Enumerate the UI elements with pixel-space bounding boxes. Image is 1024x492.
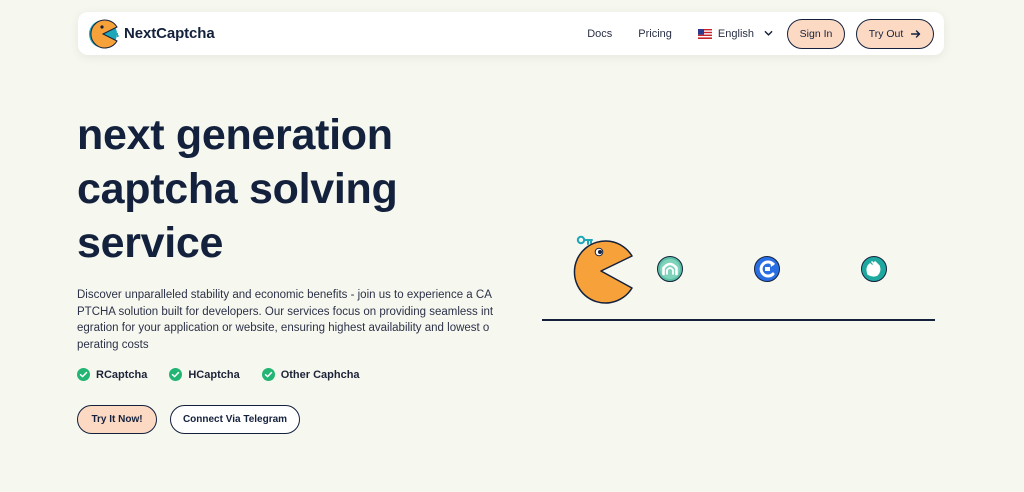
feature-label: HCaptcha — [188, 368, 240, 381]
check-circle-icon — [261, 368, 275, 381]
try-it-now-label: Try It Now! — [91, 414, 143, 425]
try-it-now-button[interactable]: Try It Now! — [77, 405, 157, 434]
check-circle-icon — [77, 368, 90, 381]
sign-in-label: Sign In — [799, 27, 833, 40]
feature-label: RCaptcha — [96, 368, 148, 381]
feature-item-hcaptcha: HCaptcha — [169, 368, 240, 381]
chevron-down-icon — [764, 30, 773, 36]
connect-telegram-button[interactable]: Connect Via Telegram — [170, 405, 300, 434]
arrow-right-icon — [911, 29, 921, 38]
hero-illustration — [540, 228, 940, 328]
pacman-icon — [573, 240, 633, 304]
hero-description: Discover unparalleled stability and econ… — [77, 289, 494, 351]
try-out-label: Try Out — [868, 27, 904, 40]
cta-row: Try It Now! Connect Via Telegram — [77, 405, 300, 434]
hcaptcha-hand-icon — [861, 256, 887, 282]
feature-item-other: Other Caphcha — [261, 368, 360, 381]
feature-label: Other Caphcha — [280, 368, 360, 381]
check-circle-icon — [169, 368, 183, 381]
language-label: English — [717, 27, 754, 40]
hero-title: next generation captcha solving service — [77, 111, 398, 267]
nav-link-pricing[interactable]: Pricing — [638, 28, 672, 40]
nav-link-docs[interactable]: Docs — [587, 28, 612, 40]
us-flag-icon — [697, 28, 712, 39]
top-navbar: NextCaptcha Docs Pricing English Sign In… — [78, 12, 944, 55]
connect-telegram-label: Connect Via Telegram — [182, 414, 288, 425]
feature-list: RCaptcha HCaptcha Other Caphcha — [77, 368, 360, 381]
pacman-scene — [573, 235, 887, 304]
pacman-key-logo-icon — [89, 19, 119, 48]
ground-line — [542, 319, 935, 321]
feature-item-rcaptcha: RCaptcha — [77, 368, 147, 381]
sign-in-button[interactable]: Sign In — [787, 18, 845, 49]
language-selector[interactable]: English — [697, 27, 773, 40]
brand-name: NextCaptcha — [124, 25, 215, 42]
pacman-key-icon — [576, 235, 593, 245]
try-out-button[interactable]: Try Out — [856, 18, 934, 49]
captcha-shield-icon — [657, 256, 683, 282]
recaptcha-icon — [754, 256, 780, 282]
brand-logo[interactable]: NextCaptcha — [88, 18, 215, 50]
